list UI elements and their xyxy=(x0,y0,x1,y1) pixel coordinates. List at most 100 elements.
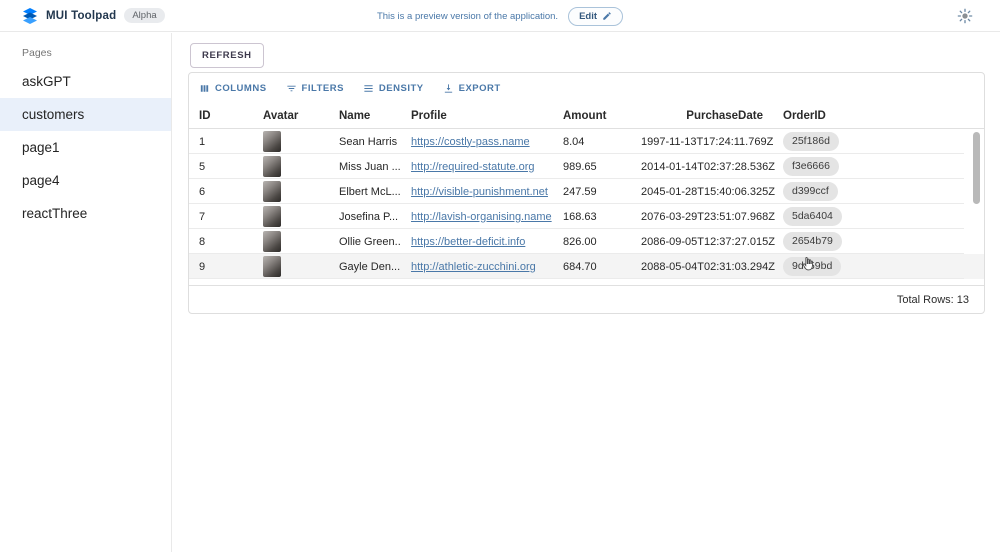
column-header-orderid[interactable]: OrderID xyxy=(769,110,984,122)
sidebar-item-page1[interactable]: page1 xyxy=(0,131,171,164)
sidebar-item-askgpt[interactable]: askGPT xyxy=(0,65,171,98)
cell-name: Ollie Green... xyxy=(329,236,401,248)
profile-link[interactable]: http://required-statute.org xyxy=(411,161,535,173)
cell-avatar xyxy=(253,131,329,152)
table-row-hovered[interactable]: 9 Gayle Den... http://athletic-zucchini.… xyxy=(189,254,984,279)
vertical-scrollbar[interactable] xyxy=(973,132,980,204)
cell-purchasedate: 2014-01-14T02:37:28.536Z xyxy=(641,161,769,173)
cell-purchasedate: 2088-05-04T02:31:03.294Z xyxy=(641,261,769,273)
total-rows-label: Total Rows: 13 xyxy=(897,294,969,306)
brand: MUI Toolpad Alpha xyxy=(0,8,165,24)
cell-amount: 989.65 xyxy=(553,161,641,173)
cell-amount: 826.00 xyxy=(553,236,641,248)
column-header-avatar[interactable]: Avatar xyxy=(253,110,329,122)
cell-id: 1 xyxy=(189,136,253,148)
cell-name: Sean Harris xyxy=(329,136,401,148)
grid-footer: Total Rows: 13 xyxy=(189,285,984,314)
preview-banner-text: This is a preview version of the applica… xyxy=(377,11,558,22)
avatar xyxy=(263,206,281,227)
orderid-chip: 2654b79 xyxy=(783,232,842,251)
columns-button-label: COLUMNS xyxy=(215,83,267,94)
profile-link[interactable]: https://better-deficit.info xyxy=(411,236,525,248)
app-title: MUI Toolpad xyxy=(46,10,116,22)
column-header-profile[interactable]: Profile xyxy=(401,110,553,122)
profile-link[interactable]: http://athletic-zucchini.org xyxy=(411,261,536,273)
grid-toolbar: COLUMNS FILTERS DENSITY xyxy=(189,73,984,103)
orderid-chip: d399ccf xyxy=(783,182,838,201)
sidebar-item-label: page4 xyxy=(22,173,60,188)
sidebar-item-label: page1 xyxy=(22,140,60,155)
theme-toggle-button[interactable] xyxy=(956,7,974,25)
density-lines-icon xyxy=(363,83,374,94)
cell-name: Miss Juan ... xyxy=(329,161,401,173)
edit-button[interactable]: Edit xyxy=(568,7,623,26)
cell-id: 5 xyxy=(189,161,253,173)
cell-avatar xyxy=(253,206,329,227)
profile-link[interactable]: https://costly-pass.name xyxy=(411,136,530,148)
profile-link[interactable]: http://visible-punishment.net xyxy=(411,186,548,198)
cell-avatar xyxy=(253,231,329,252)
cell-purchasedate: 1997-11-13T17:24:11.769Z xyxy=(641,136,769,148)
avatar xyxy=(263,156,281,177)
refresh-button[interactable]: REFRESH xyxy=(190,43,264,68)
cell-purchasedate: 2045-01-28T15:40:06.325Z xyxy=(641,186,769,198)
filters-button-label: FILTERS xyxy=(302,83,344,94)
edit-button-label: Edit xyxy=(579,11,597,22)
cell-avatar xyxy=(253,256,329,277)
sidebar-item-label: customers xyxy=(22,107,84,122)
table-row[interactable]: 1 Sean Harris https://costly-pass.name 8… xyxy=(189,129,984,154)
sidebar: Pages askGPT customers page1 page4 react… xyxy=(0,33,172,552)
cell-purchasedate: 2086-09-05T12:37:27.015Z xyxy=(641,236,769,248)
download-icon xyxy=(443,83,454,94)
top-app-bar: MUI Toolpad Alpha This is a preview vers… xyxy=(0,0,1000,32)
export-button[interactable]: EXPORT xyxy=(443,83,501,94)
cell-id: 8 xyxy=(189,236,253,248)
avatar xyxy=(263,256,281,277)
filters-button[interactable]: FILTERS xyxy=(286,83,344,94)
table-row[interactable]: 7 Josefina P... http://lavish-organising… xyxy=(189,204,984,229)
cell-id: 9 xyxy=(189,261,253,273)
sidebar-section-label: Pages xyxy=(0,33,171,65)
orderid-chip: 9dc59bd xyxy=(783,257,841,276)
cell-id: 6 xyxy=(189,186,253,198)
columns-button[interactable]: COLUMNS xyxy=(199,83,267,94)
avatar xyxy=(263,131,281,152)
cell-amount: 8.04 xyxy=(553,136,641,148)
sidebar-item-label: reactThree xyxy=(22,206,87,221)
density-button[interactable]: DENSITY xyxy=(363,83,424,94)
toolpad-logo-icon xyxy=(22,8,38,24)
cell-name: Josefina P... xyxy=(329,211,401,223)
filter-list-icon xyxy=(286,83,297,94)
column-header-id[interactable]: ID xyxy=(189,110,253,122)
view-columns-icon xyxy=(199,83,210,94)
data-grid: COLUMNS FILTERS DENSITY xyxy=(188,72,985,314)
orderid-chip: f3e6666 xyxy=(783,157,839,176)
cell-amount: 168.63 xyxy=(553,211,641,223)
avatar xyxy=(263,181,281,202)
cell-amount: 684.70 xyxy=(553,261,641,273)
cell-avatar xyxy=(253,181,329,202)
sidebar-item-customers[interactable]: customers xyxy=(0,98,171,131)
column-header-name[interactable]: Name xyxy=(329,110,401,122)
cell-purchasedate: 2076-03-29T23:51:07.968Z xyxy=(641,211,769,223)
export-button-label: EXPORT xyxy=(459,83,501,94)
column-header-amount[interactable]: Amount xyxy=(553,110,641,122)
profile-link[interactable]: http://lavish-organising.name xyxy=(411,211,552,223)
cell-name: Elbert McL... xyxy=(329,186,401,198)
table-row[interactable]: 6 Elbert McL... http://visible-punishmen… xyxy=(189,179,984,204)
avatar xyxy=(263,231,281,252)
table-row[interactable]: 5 Miss Juan ... http://required-statute.… xyxy=(189,154,984,179)
pencil-icon xyxy=(602,11,612,21)
cell-name: Gayle Den... xyxy=(329,261,401,273)
sidebar-item-label: askGPT xyxy=(22,74,71,89)
table-row[interactable]: 8 Ollie Green... https://better-deficit.… xyxy=(189,229,984,254)
grid-header-row: ID Avatar Name Profile Amount PurchaseDa… xyxy=(189,103,984,129)
orderid-chip: 25f186d xyxy=(783,132,839,151)
cell-id: 7 xyxy=(189,211,253,223)
column-header-purchasedate[interactable]: PurchaseDate xyxy=(641,110,769,122)
orderid-chip: 5da6404 xyxy=(783,207,842,226)
sidebar-item-page4[interactable]: page4 xyxy=(0,164,171,197)
density-button-label: DENSITY xyxy=(379,83,424,94)
sun-icon xyxy=(957,8,973,24)
sidebar-item-reactthree[interactable]: reactThree xyxy=(0,197,171,230)
